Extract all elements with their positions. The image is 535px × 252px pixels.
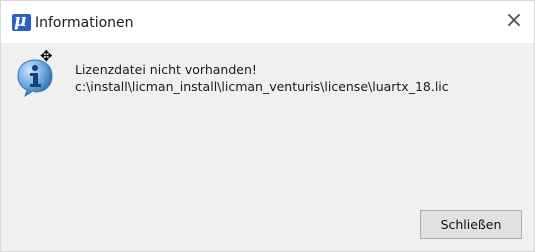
move-cursor-icon: ✥: [40, 47, 53, 65]
message-text: Lizenzdatei nicht vorhanden! c:\install\…: [75, 61, 449, 95]
message-line-2: c:\install\licman_install\licman_venturi…: [75, 79, 449, 94]
window-title: Informationen: [35, 15, 134, 31]
close-window-icon[interactable]: ×: [500, 9, 528, 35]
close-button[interactable]: Schließen: [420, 210, 522, 239]
app-logo-glyph: μ: [14, 11, 27, 31]
message-area: ✥ Lizenzdatei nicht vorhanden! c:\instal…: [1, 43, 534, 193]
title-bar[interactable]: μ Informationen ×: [1, 1, 534, 43]
message-line-1: Lizenzdatei nicht vorhanden!: [75, 62, 257, 77]
app-logo-icon: μ: [12, 11, 31, 31]
